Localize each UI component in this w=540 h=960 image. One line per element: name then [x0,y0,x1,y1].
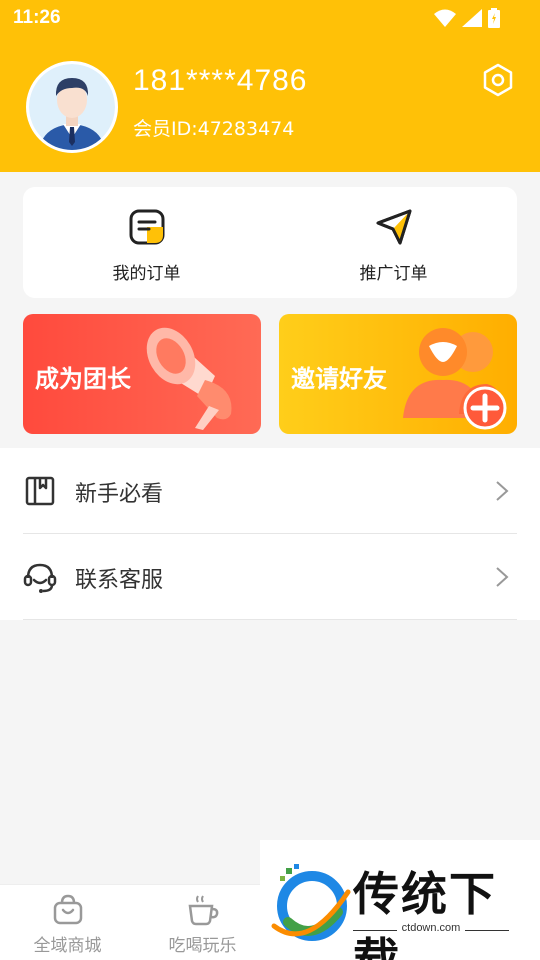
status-time: 11:26 [13,7,61,28]
my-orders-label: 我的订单 [112,264,181,284]
nav-item-mall[interactable]: 全域商城 [0,885,135,960]
order-list-icon [129,209,164,245]
nav-item-food-fun[interactable]: 吃喝玩乐 [135,885,270,960]
battery-icon [488,8,500,28]
member-id: 会员ID:47283474 [133,118,295,140]
watermark-title: 传统下载 [353,867,497,960]
menu-list: 新手必看 联系客服 [0,448,540,620]
phone-number: 181****4786 [133,64,308,97]
headset-icon [23,563,57,593]
settings-icon [483,63,513,97]
book-icon [25,476,55,506]
menu-item-beginner-guide[interactable]: 新手必看 [23,448,517,534]
wifi-icon [434,9,456,27]
chevron-right-icon [496,567,509,587]
watermark: 传统下载 ctdown.com [260,840,540,960]
chevron-right-icon [496,481,509,501]
become-leader-label: 成为团长 [35,365,131,393]
status-icons [434,8,500,28]
add-friend-icon [403,328,507,430]
shopping-bag-icon [53,894,82,925]
menu-label-beginner-guide: 新手必看 [75,482,164,507]
watermark-logo-icon [271,864,351,941]
signal-icon [462,9,482,27]
promo-orders-button[interactable]: 推广订单 [270,187,517,298]
status-bar: 11:26 [0,0,540,38]
nav-label-mall: 全域商城 [33,936,102,956]
settings-button[interactable] [480,62,516,98]
user-avatar-icon [29,64,115,150]
paper-plane-icon [376,209,411,245]
become-leader-card[interactable]: 成为团长 [23,314,261,434]
coffee-cup-icon [188,895,218,926]
menu-item-customer-service[interactable]: 联系客服 [23,534,517,620]
invite-friends-card[interactable]: 邀请好友 [279,314,517,434]
invite-friends-label: 邀请好友 [291,365,387,393]
profile-header: 11:26 181****4786 会员ID:47283474 [0,0,540,172]
watermark-divider [465,930,509,931]
my-orders-button[interactable]: 我的订单 [23,187,270,298]
nav-label-food-fun: 吃喝玩乐 [168,936,237,956]
watermark-url: ctdown.com [401,922,461,934]
orders-card: 我的订单 推广订单 [23,187,517,298]
avatar[interactable] [26,61,118,153]
megaphone-icon [146,327,232,430]
menu-label-customer-service: 联系客服 [75,568,164,593]
promo-orders-label: 推广订单 [359,264,428,284]
